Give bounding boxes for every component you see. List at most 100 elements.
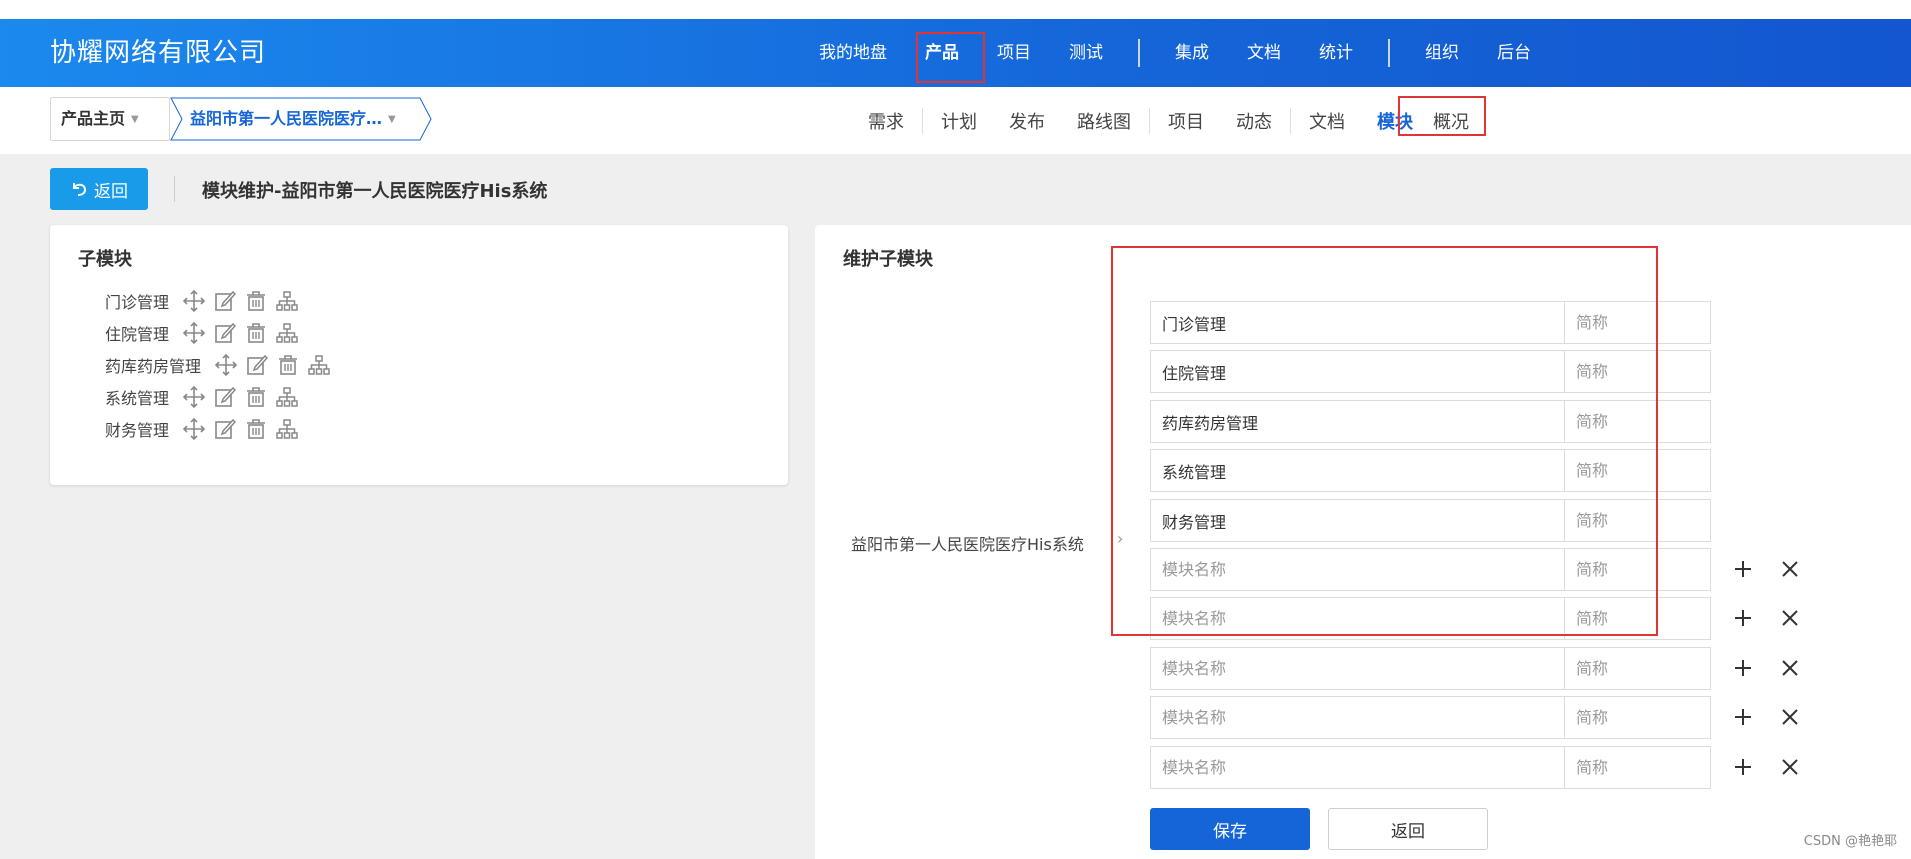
module-short-name-input[interactable] xyxy=(1564,350,1711,393)
module-name-input[interactable] xyxy=(1150,449,1564,492)
add-row-icon[interactable] xyxy=(1731,755,1755,779)
tree-item: 药库药房管理 xyxy=(105,350,337,380)
product-subnav: 需求 计划 发布 路线图 项目 动态 文档 模块 概况 xyxy=(852,87,1485,154)
breadcrumb-product-select[interactable]: 益阳市第一人民医院医疗… ▼ xyxy=(170,97,432,141)
tree-item-label: 系统管理 xyxy=(105,389,170,408)
remove-row-icon[interactable] xyxy=(1778,755,1802,779)
delete-icon[interactable] xyxy=(243,416,269,442)
move-icon[interactable] xyxy=(181,288,207,314)
subnav-plan[interactable]: 计划 xyxy=(925,108,993,134)
module-name-input[interactable] xyxy=(1150,548,1564,591)
add-row-icon[interactable] xyxy=(1731,557,1755,581)
child-tree-icon[interactable] xyxy=(274,384,300,410)
add-row-icon[interactable] xyxy=(1731,656,1755,680)
move-icon[interactable] xyxy=(181,384,207,410)
top-header: 协耀网络有限公司 我的地盘 产品 项目 测试 集成 文档 统计 组织 后台 xyxy=(0,19,1911,87)
child-tree-icon[interactable] xyxy=(274,320,300,346)
remove-row-icon[interactable] xyxy=(1778,606,1802,630)
subnav-activity[interactable]: 动态 xyxy=(1220,108,1288,134)
undo-arrow-icon xyxy=(73,183,87,196)
child-tree-icon[interactable] xyxy=(306,352,332,378)
return-button[interactable]: 返回 xyxy=(1328,808,1488,850)
nav-admin[interactable]: 后台 xyxy=(1478,19,1550,87)
module-short-name-input[interactable] xyxy=(1564,499,1711,542)
subnav-divider xyxy=(1149,107,1150,134)
module-short-name-input[interactable] xyxy=(1564,548,1711,591)
nav-docs[interactable]: 文档 xyxy=(1228,19,1300,87)
tree-item: 门诊管理 xyxy=(105,286,305,316)
edit-icon[interactable] xyxy=(244,352,270,378)
remove-row-icon[interactable] xyxy=(1778,557,1802,581)
breadcrumb-home-label: 产品主页 xyxy=(61,109,126,128)
remove-row-icon[interactable] xyxy=(1778,656,1802,680)
save-button[interactable]: 保存 xyxy=(1150,808,1310,850)
module-short-name-input[interactable] xyxy=(1564,647,1711,690)
back-button-label: 返回 xyxy=(94,181,128,202)
move-icon[interactable] xyxy=(213,352,239,378)
module-name-input[interactable] xyxy=(1150,647,1564,690)
nav-stats[interactable]: 统计 xyxy=(1300,19,1372,87)
subnav-docs[interactable]: 文档 xyxy=(1293,108,1361,134)
add-row-icon[interactable] xyxy=(1731,705,1755,729)
edit-icon[interactable] xyxy=(212,320,238,346)
title-divider xyxy=(174,176,175,202)
nav-project[interactable]: 项目 xyxy=(978,19,1050,87)
nav-my-dashboard[interactable]: 我的地盘 xyxy=(800,19,906,87)
tree-item: 财务管理 xyxy=(105,414,305,444)
add-row-icon[interactable] xyxy=(1731,606,1755,630)
child-tree-icon[interactable] xyxy=(274,416,300,442)
subnav-roadmap[interactable]: 路线图 xyxy=(1061,108,1147,134)
tree-item-label: 财务管理 xyxy=(105,421,170,440)
tree-item: 住院管理 xyxy=(105,318,305,348)
module-name-input[interactable] xyxy=(1150,350,1564,393)
edit-icon[interactable] xyxy=(212,384,238,410)
edit-icon[interactable] xyxy=(212,416,238,442)
module-name-input[interactable] xyxy=(1150,746,1564,789)
delete-icon[interactable] xyxy=(243,288,269,314)
nav-divider xyxy=(1388,39,1390,67)
child-tree-icon[interactable] xyxy=(274,288,300,314)
module-short-name-input[interactable] xyxy=(1564,696,1711,739)
module-name-input[interactable] xyxy=(1150,301,1564,344)
caret-down-icon: ▼ xyxy=(388,113,396,125)
subnav-module[interactable]: 模块 xyxy=(1361,108,1429,134)
watermark: CSDN @艳艳耶 xyxy=(1803,834,1897,849)
subnav-requirements[interactable]: 需求 xyxy=(852,108,920,134)
back-button[interactable]: 返回 xyxy=(50,168,148,210)
top-strip xyxy=(0,0,1911,19)
module-name-input[interactable] xyxy=(1150,499,1564,542)
module-short-name-input[interactable] xyxy=(1564,746,1711,789)
submodule-panel: 子模块 门诊管理 住院管理 药库药房管理 系统管理 财务管理 xyxy=(50,225,788,485)
move-icon[interactable] xyxy=(181,320,207,346)
subnav-divider xyxy=(922,107,923,134)
subnav-project[interactable]: 项目 xyxy=(1152,108,1220,134)
root-module-label: 益阳市第一人民医院医疗His系统 xyxy=(851,535,1084,554)
subnav-overview[interactable]: 概况 xyxy=(1429,108,1485,134)
chevron-right-icon: › xyxy=(1117,529,1124,548)
sub-header: 产品主页 ▼ 益阳市第一人民医院医疗… ▼ 需求 计划 发布 路线图 项目 动态 文… xyxy=(0,87,1911,154)
tree-item: 系统管理 xyxy=(105,382,305,412)
page-title: 模块维护-益阳市第一人民医院医疗His系统 xyxy=(202,181,548,202)
breadcrumb-product-home[interactable]: 产品主页 ▼ xyxy=(50,97,170,141)
nav-test[interactable]: 测试 xyxy=(1050,19,1122,87)
nav-integration[interactable]: 集成 xyxy=(1156,19,1228,87)
module-name-input[interactable] xyxy=(1150,400,1564,443)
remove-row-icon[interactable] xyxy=(1778,705,1802,729)
module-short-name-input[interactable] xyxy=(1564,449,1711,492)
module-name-input[interactable] xyxy=(1150,597,1564,640)
module-name-input[interactable] xyxy=(1150,696,1564,739)
caret-down-icon: ▼ xyxy=(131,113,139,125)
edit-icon[interactable] xyxy=(212,288,238,314)
subnav-divider xyxy=(1290,107,1291,134)
tree-item-label: 门诊管理 xyxy=(105,293,170,312)
delete-icon[interactable] xyxy=(275,352,301,378)
subnav-release[interactable]: 发布 xyxy=(993,108,1061,134)
module-short-name-input[interactable] xyxy=(1564,597,1711,640)
move-icon[interactable] xyxy=(181,416,207,442)
module-short-name-input[interactable] xyxy=(1564,301,1711,344)
delete-icon[interactable] xyxy=(243,384,269,410)
nav-product[interactable]: 产品 xyxy=(906,19,978,87)
delete-icon[interactable] xyxy=(243,320,269,346)
nav-org[interactable]: 组织 xyxy=(1406,19,1478,87)
module-short-name-input[interactable] xyxy=(1564,400,1711,443)
